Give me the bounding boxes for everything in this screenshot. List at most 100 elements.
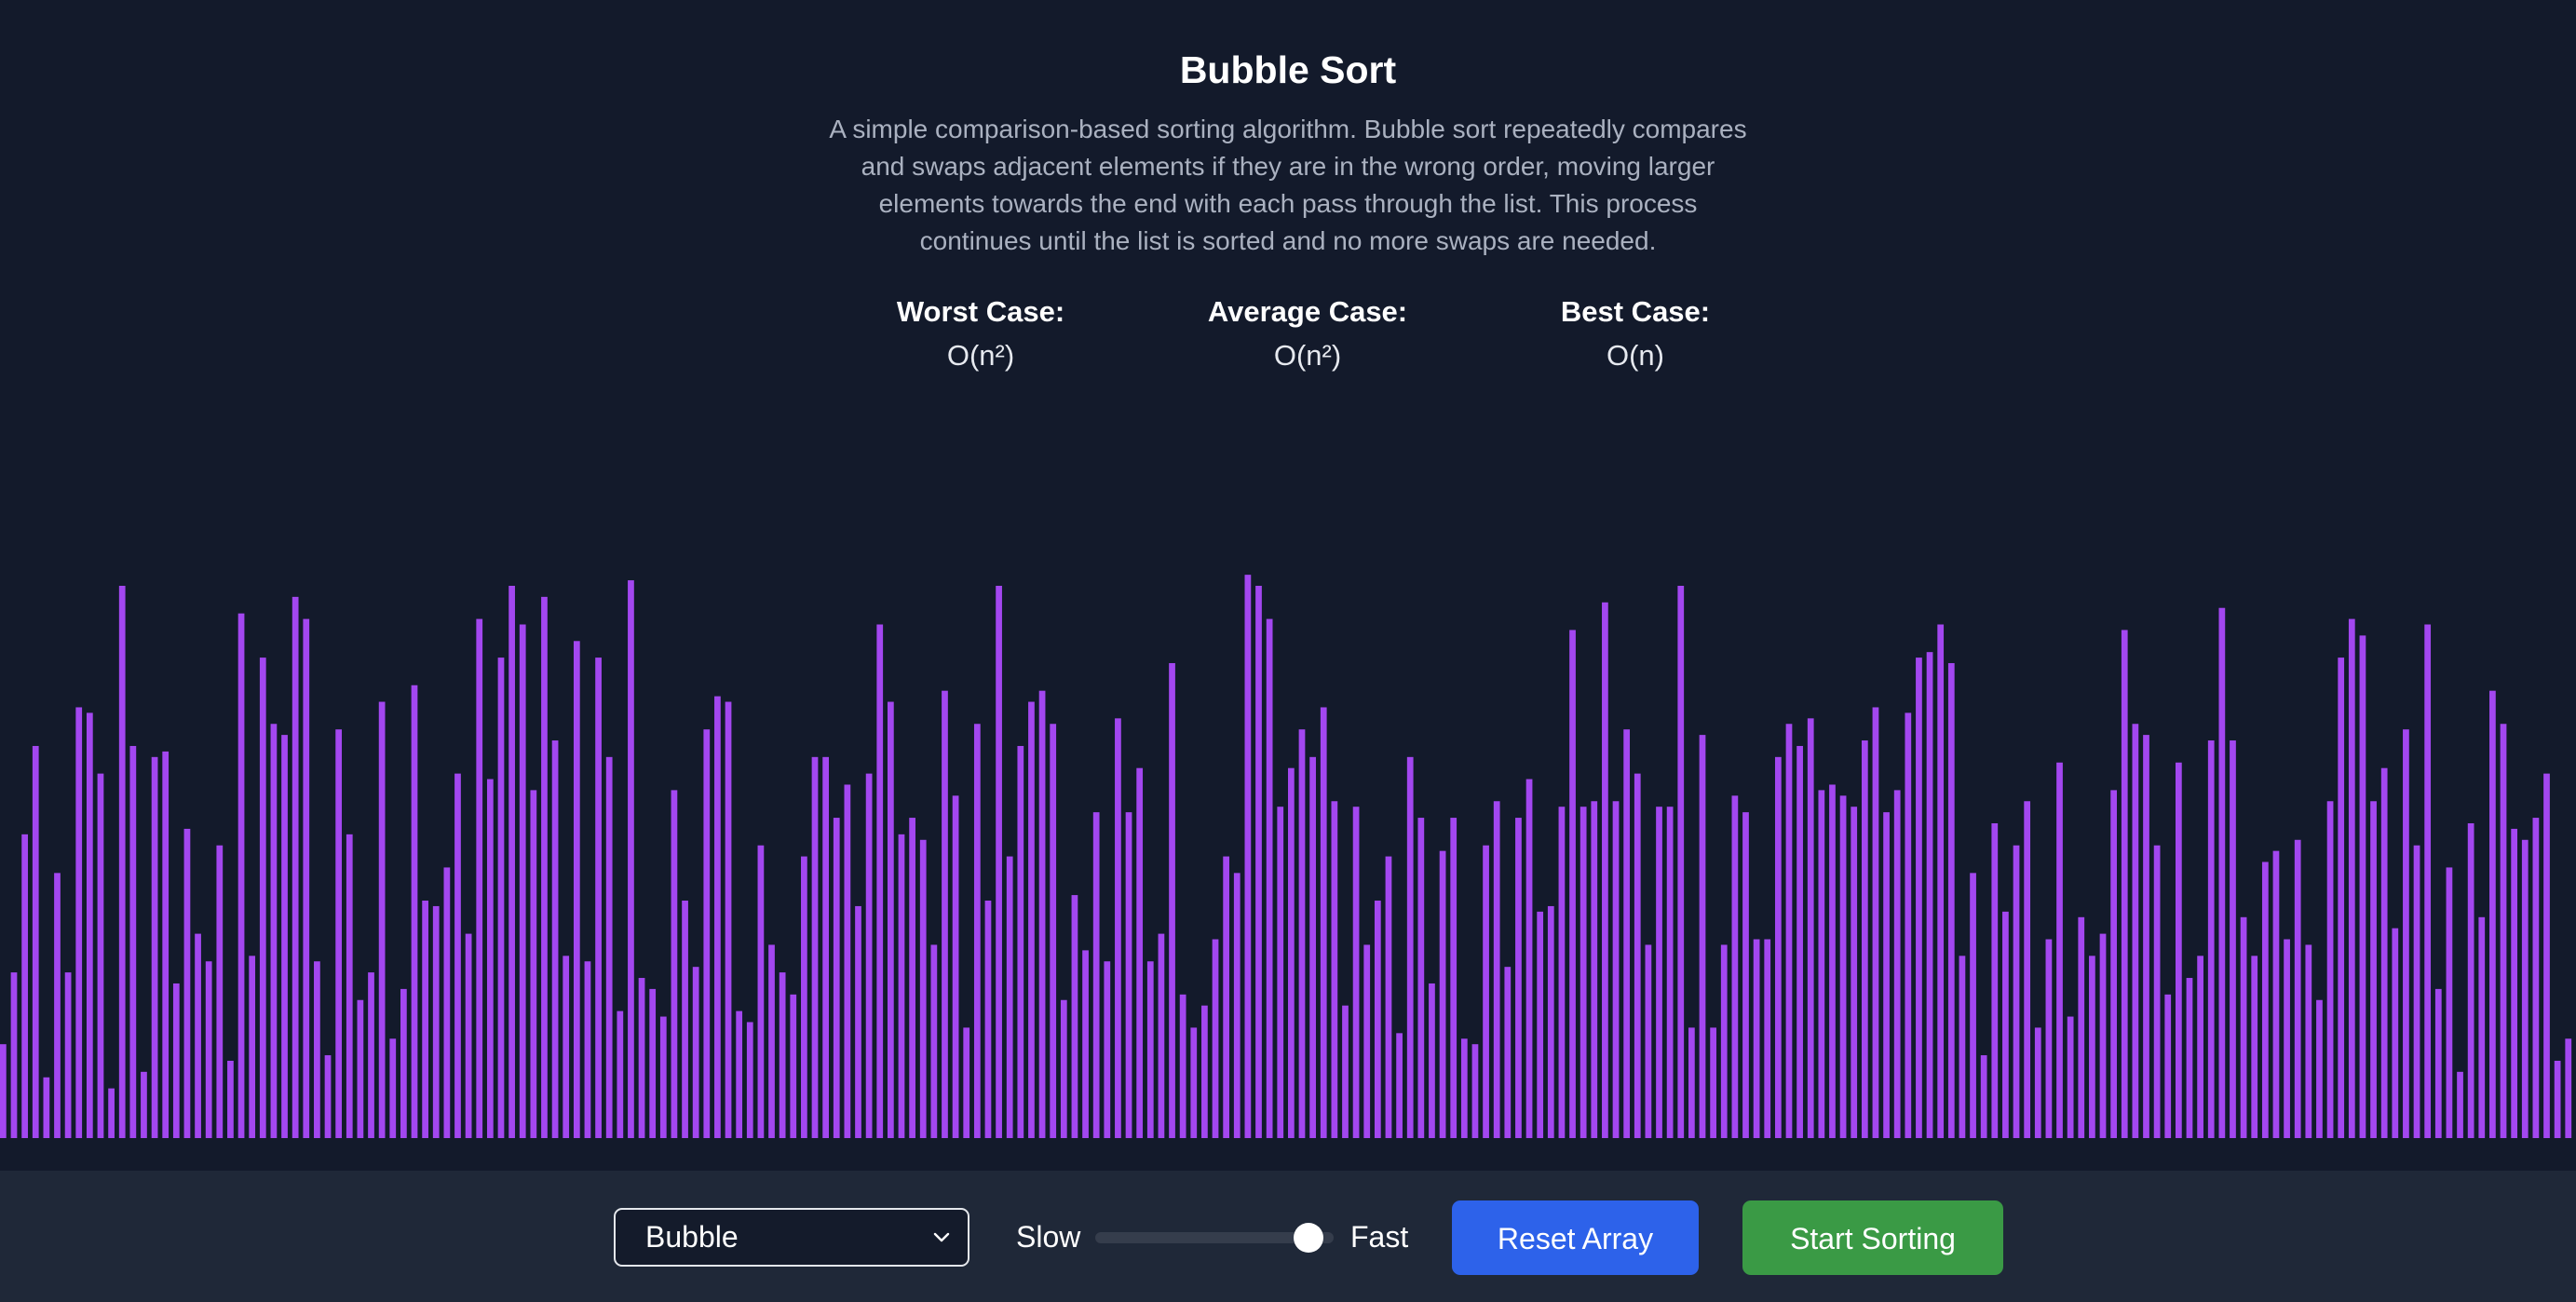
array-bar	[2565, 1038, 2572, 1138]
array-bar	[2143, 735, 2149, 1138]
array-bar	[2024, 801, 2031, 1138]
array-bar	[1071, 895, 1078, 1138]
array-bar	[757, 845, 765, 1138]
array-bar	[714, 696, 721, 1138]
array-bar	[1038, 690, 1046, 1138]
array-bar	[422, 901, 428, 1138]
array-bar	[736, 1010, 743, 1138]
array-bars	[0, 575, 2572, 1138]
array-bar	[1807, 718, 1814, 1138]
array-bar	[2089, 956, 2095, 1138]
array-bar	[1050, 724, 1057, 1138]
array-bar	[1092, 812, 1100, 1138]
array-bar	[2489, 690, 2496, 1138]
array-bar	[1158, 933, 1165, 1138]
start-sorting-button[interactable]: Start Sorting	[1742, 1200, 2003, 1275]
array-bar	[1991, 822, 1999, 1138]
array-bar	[1450, 818, 1457, 1138]
speed-slider[interactable]	[1095, 1223, 1334, 1253]
array-bar	[378, 701, 386, 1138]
array-bar	[811, 756, 819, 1138]
array-bar	[2511, 828, 2518, 1138]
array-bar	[1244, 575, 1252, 1138]
array-bar	[1753, 939, 1760, 1138]
array-bar	[703, 729, 711, 1138]
array-bar	[541, 596, 548, 1138]
array-bar	[768, 944, 775, 1138]
array-bar	[2392, 928, 2399, 1138]
array-bar	[942, 690, 948, 1138]
array-bar	[64, 972, 72, 1138]
array-bar	[1677, 586, 1685, 1138]
algorithm-select[interactable]: Bubble	[614, 1208, 969, 1267]
array-bar	[605, 756, 613, 1138]
page-title: Bubble Sort	[1179, 48, 1397, 91]
array-bar	[1970, 873, 1976, 1138]
array-bar	[10, 972, 18, 1138]
array-bar	[2380, 767, 2388, 1138]
array-bar	[1785, 724, 1793, 1138]
array-bar	[2186, 978, 2193, 1138]
array-bar	[1742, 812, 1749, 1138]
speed-slider-thumb[interactable]	[1293, 1223, 1323, 1253]
array-bar	[1363, 944, 1371, 1138]
array-bar	[1710, 1027, 1716, 1138]
array-bar	[1634, 773, 1641, 1138]
array-bar	[822, 756, 829, 1138]
control-bar: Bubble Slow Fast Reset Array Start Sorti…	[0, 1171, 2576, 1302]
array-bar	[1515, 818, 1522, 1138]
reset-array-button[interactable]: Reset Array	[1452, 1200, 1699, 1275]
array-bar	[2434, 988, 2442, 1138]
array-bar	[195, 933, 201, 1138]
array-bar	[2261, 861, 2269, 1138]
array-bar	[1926, 652, 1933, 1138]
array-bar	[2045, 939, 2053, 1138]
array-bar	[2207, 740, 2215, 1138]
array-bar	[314, 961, 320, 1138]
array-bar	[2013, 845, 2020, 1138]
array-bar	[1916, 658, 1922, 1138]
best-case-label: Best Case:	[1560, 295, 1711, 328]
array-bar	[1417, 818, 1425, 1138]
worst-case-value: O(n²)	[946, 339, 1015, 372]
average-case-value: O(n²)	[1273, 339, 1342, 372]
array-bar	[1298, 729, 1306, 1138]
array-bar	[432, 905, 440, 1138]
array-bar	[2316, 999, 2323, 1138]
array-bar	[1579, 807, 1587, 1138]
array-bar	[746, 1022, 753, 1138]
array-bar	[1591, 801, 1598, 1138]
array-bar	[952, 795, 959, 1138]
array-bar	[1374, 901, 1381, 1138]
array-bar	[2305, 944, 2312, 1138]
array-bar	[183, 828, 191, 1138]
array-bar	[2521, 839, 2529, 1138]
array-bar	[2446, 867, 2453, 1138]
array-bar	[216, 845, 224, 1138]
array-bar	[2413, 845, 2420, 1138]
array-bar	[2457, 1071, 2463, 1138]
array-bar	[1851, 807, 1858, 1138]
array-bar	[108, 1088, 115, 1138]
array-bar	[1223, 856, 1230, 1138]
array-bar	[508, 586, 515, 1138]
chevron-down-icon	[933, 1232, 950, 1242]
array-bar	[1796, 745, 1803, 1138]
array-bar	[2532, 818, 2540, 1138]
array-bar	[2230, 740, 2236, 1138]
array-bar	[2403, 729, 2409, 1138]
array-bar	[205, 961, 212, 1138]
array-bar	[21, 834, 28, 1138]
array-bar	[790, 994, 797, 1138]
array-bar	[909, 818, 915, 1138]
array-bar	[1288, 767, 1295, 1138]
array-bar	[1493, 801, 1500, 1138]
array-bar	[1082, 950, 1089, 1138]
array-bar	[628, 580, 634, 1138]
array-bar	[519, 624, 526, 1138]
array-bar	[1233, 873, 1241, 1138]
array-bar	[411, 685, 418, 1138]
array-bar	[833, 818, 840, 1138]
array-bar	[2251, 956, 2258, 1138]
array-bar	[2554, 1060, 2561, 1138]
